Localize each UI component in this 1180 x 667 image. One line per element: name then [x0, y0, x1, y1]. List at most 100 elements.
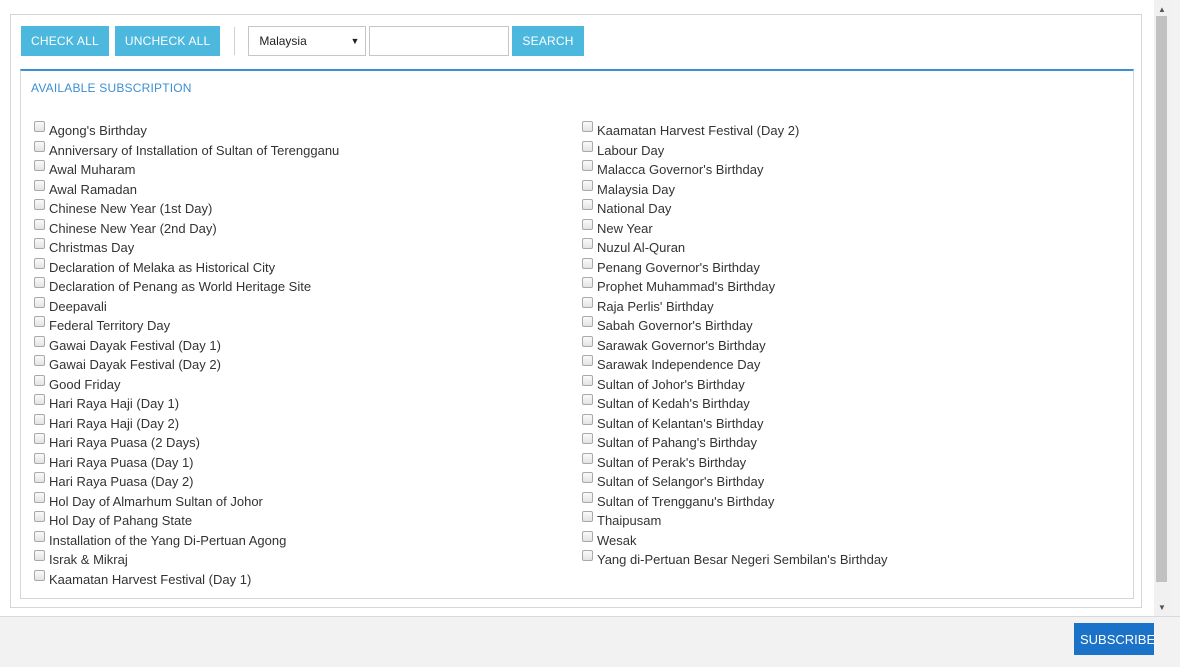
holiday-label: Wesak — [597, 532, 637, 548]
holiday-label: Kaamatan Harvest Festival (Day 2) — [597, 123, 800, 138]
holiday-list-item: Labour Day — [582, 139, 888, 159]
section-title: AVAILABLE SUBSCRIPTION — [31, 81, 192, 95]
holiday-checkbox[interactable] — [34, 140, 45, 152]
holiday-checkbox[interactable] — [34, 530, 45, 542]
holiday-label: Hari Raya Haji (Day 1) — [49, 396, 180, 411]
country-select[interactable]: Malaysia ▼ — [248, 26, 367, 56]
holiday-checkbox[interactable] — [582, 179, 593, 191]
subscription-panel: CHECK ALL UNCHECK ALL Malaysia ▼ SEARCH … — [10, 14, 1142, 608]
caret-down-icon: ▼ — [350, 36, 360, 46]
right-column: Kaamatan Harvest Festival (Day 2) Labour … — [582, 119, 888, 568]
toolbar: CHECK ALL UNCHECK ALL Malaysia ▼ SEARCH — [21, 26, 590, 56]
holiday-checkbox[interactable] — [34, 433, 45, 444]
holiday-checkbox[interactable] — [582, 316, 593, 327]
holiday-checkbox[interactable] — [582, 218, 593, 230]
holiday-label: Christmas Day — [49, 240, 135, 255]
holiday-label: Hari Raya Puasa (2 Days) — [49, 435, 200, 450]
holiday-label: Sultan of Kelantan's Birthday — [597, 415, 764, 431]
holiday-list-item: Declaration of Penang as World Heritage … — [34, 275, 339, 295]
holiday-checkbox[interactable] — [34, 355, 45, 366]
holiday-checkbox[interactable] — [582, 257, 593, 269]
holiday-list-item: Agong's Birthday — [34, 119, 339, 139]
holiday-checkbox[interactable] — [34, 550, 45, 561]
holiday-checkbox[interactable] — [582, 452, 593, 464]
holiday-checkbox[interactable] — [34, 335, 45, 347]
holiday-checkbox[interactable] — [582, 238, 593, 249]
holiday-label: Malacca Governor's Birthday — [597, 162, 764, 177]
holiday-checkbox[interactable] — [582, 472, 593, 483]
holiday-checkbox[interactable] — [582, 160, 593, 171]
holiday-checkbox[interactable] — [582, 394, 593, 405]
holiday-list-item: Israk & Mikraj — [34, 548, 339, 568]
holiday-checkbox[interactable] — [582, 413, 593, 425]
holiday-checkbox[interactable] — [34, 511, 45, 522]
holiday-checkbox[interactable] — [34, 199, 45, 210]
scroll-down-arrow-icon[interactable]: ▼ — [1154, 602, 1170, 614]
holiday-checkbox[interactable] — [582, 199, 593, 210]
holiday-list-item: Gawai Dayak Festival (Day 1) — [34, 334, 339, 354]
holiday-checkbox[interactable] — [582, 550, 593, 561]
holiday-checkbox[interactable] — [34, 277, 45, 288]
scroll-up-arrow-icon[interactable]: ▲ — [1154, 4, 1170, 16]
holiday-checkbox[interactable] — [34, 413, 45, 425]
holiday-label: Gawai Dayak Festival (Day 1) — [49, 337, 221, 353]
search-button[interactable]: SEARCH — [512, 26, 584, 56]
holiday-list-item: Sultan of Pahang's Birthday — [582, 431, 888, 451]
holiday-list-item: Sarawak Independence Day — [582, 353, 888, 373]
holiday-checkbox[interactable] — [34, 472, 45, 483]
holiday-checkbox[interactable] — [582, 433, 593, 444]
holiday-label: Hari Raya Puasa (Day 2) — [49, 474, 194, 489]
uncheck-all-button[interactable]: UNCHECK ALL — [114, 26, 221, 56]
holiday-checkbox[interactable] — [582, 374, 593, 386]
holiday-checkbox[interactable] — [34, 257, 45, 269]
search-input[interactable] — [369, 26, 510, 56]
holiday-checkbox[interactable] — [34, 296, 45, 308]
holiday-label: New Year — [597, 220, 653, 236]
holiday-checkbox[interactable] — [582, 355, 593, 366]
holiday-list-item: Installation of the Yang Di-Pertuan Agon… — [34, 529, 339, 549]
holiday-list-item: Sultan of Johor's Birthday — [582, 373, 888, 393]
holiday-label: Labour Day — [597, 142, 665, 158]
holiday-label: Awal Muharam — [49, 162, 136, 177]
holiday-checkbox[interactable] — [582, 296, 593, 308]
holiday-checkbox[interactable] — [582, 491, 593, 503]
holiday-label: Hari Raya Puasa (Day 1) — [49, 454, 194, 470]
vertical-scrollbar[interactable]: ▲ ▼ — [1154, 0, 1170, 616]
holiday-checkbox[interactable] — [34, 394, 45, 405]
holiday-label: Nuzul Al-Quran — [597, 240, 686, 255]
holiday-checkbox[interactable] — [34, 452, 45, 464]
holiday-label: Declaration of Penang as World Heritage … — [49, 279, 312, 294]
holiday-list-item: Prophet Muhammad's Birthday — [582, 275, 888, 295]
holiday-checkbox[interactable] — [34, 218, 45, 230]
holiday-label: Sultan of Kedah's Birthday — [597, 396, 750, 411]
holiday-list-item: Hari Raya Puasa (2 Days) — [34, 431, 339, 451]
holiday-list-item: Federal Territory Day — [34, 314, 339, 334]
holiday-checkbox[interactable] — [582, 530, 593, 542]
holiday-label: Sultan of Johor's Birthday — [597, 376, 745, 392]
scrollbar-thumb[interactable] — [1156, 16, 1167, 582]
holiday-checkbox[interactable] — [34, 238, 45, 249]
holiday-checkbox[interactable] — [34, 491, 45, 503]
holiday-list-item: Nuzul Al-Quran — [582, 236, 888, 256]
check-all-button[interactable]: CHECK ALL — [21, 26, 109, 56]
holiday-checkbox[interactable] — [34, 160, 45, 171]
holiday-checkbox[interactable] — [34, 374, 45, 386]
holiday-list-item: Raja Perlis' Birthday — [582, 295, 888, 315]
holiday-checkbox[interactable] — [582, 511, 593, 522]
holiday-label: National Day — [597, 201, 672, 216]
subscribe-button[interactable]: SUBSCRIBE — [1074, 623, 1155, 655]
holiday-list-item: Kaamatan Harvest Festival (Day 2) — [582, 119, 888, 139]
holiday-label: Sabah Governor's Birthday — [597, 318, 753, 333]
holiday-checkbox[interactable] — [34, 179, 45, 191]
holiday-checkbox[interactable] — [34, 569, 45, 581]
holiday-list-item: Sarawak Governor's Birthday — [582, 334, 888, 354]
holiday-checkbox[interactable] — [582, 140, 593, 152]
holiday-checkbox[interactable] — [582, 335, 593, 347]
holiday-checkbox[interactable] — [582, 277, 593, 288]
holiday-checkbox[interactable] — [582, 121, 593, 132]
holiday-list-item: Sultan of Kelantan's Birthday — [582, 412, 888, 432]
holiday-list-item: Chinese New Year (2nd Day) — [34, 217, 339, 237]
holiday-label: Declaration of Melaka as Historical City — [49, 259, 276, 275]
holiday-checkbox[interactable] — [34, 316, 45, 327]
holiday-checkbox[interactable] — [34, 121, 45, 132]
